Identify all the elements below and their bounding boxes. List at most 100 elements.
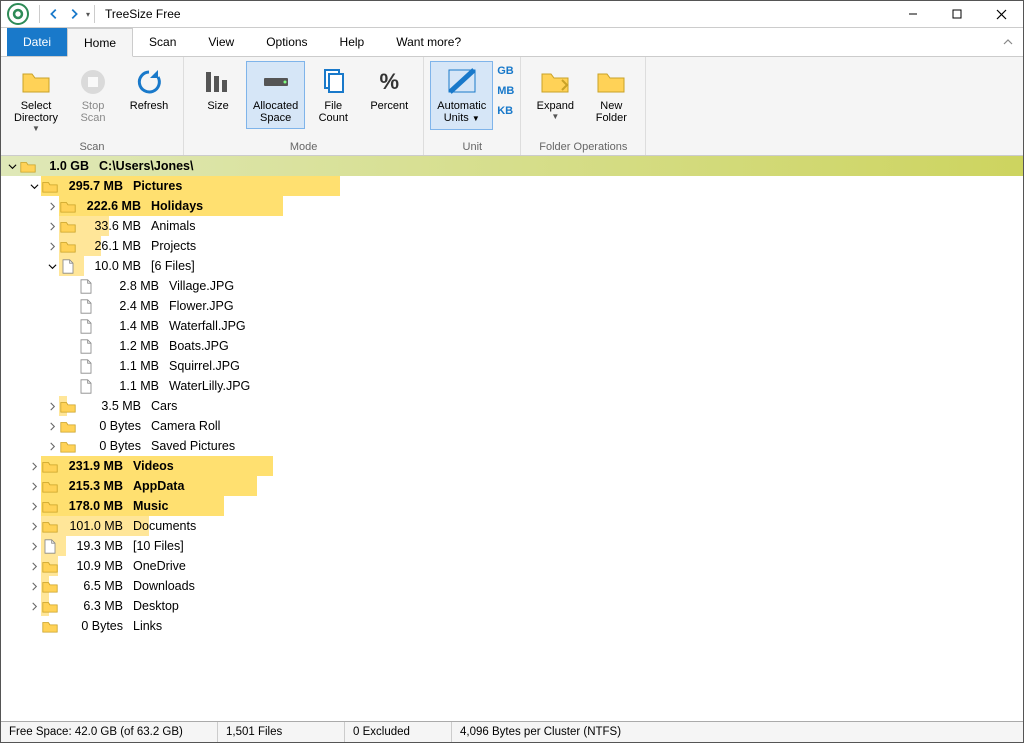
file-icon — [59, 258, 77, 274]
tree-row[interactable]: 1.1 MBWaterLilly.JPG — [1, 376, 1023, 396]
maximize-button[interactable] — [935, 1, 979, 27]
folder-icon — [41, 478, 59, 494]
tree-row[interactable]: 1.1 MBSquirrel.JPG — [1, 356, 1023, 376]
tree-row[interactable]: 3.5 MBCars — [1, 396, 1023, 416]
chevron-right-icon[interactable] — [27, 542, 41, 551]
chevron-right-icon[interactable] — [27, 602, 41, 611]
tree-row[interactable]: 26.1 MBProjects — [1, 236, 1023, 256]
chevron-right-icon[interactable] — [45, 222, 59, 231]
row-size: 222.6 MB — [79, 199, 149, 213]
back-button[interactable] — [44, 4, 64, 24]
root-size: 1.0 GB — [39, 159, 97, 173]
chevron-right-icon[interactable] — [45, 422, 59, 431]
row-size: 1.2 MB — [97, 339, 167, 353]
close-button[interactable] — [979, 1, 1023, 27]
expand-button[interactable]: Expand ▼ — [527, 61, 583, 126]
row-size: 0 Bytes — [61, 619, 131, 633]
row-name: Desktop — [131, 599, 179, 613]
mode-size-button[interactable]: Size — [190, 61, 246, 117]
tab-help[interactable]: Help — [324, 28, 381, 56]
tree-row[interactable]: 6.3 MBDesktop — [1, 596, 1023, 616]
tree-row[interactable]: 10.0 MB[6 Files] — [1, 256, 1023, 276]
minimize-button[interactable] — [891, 1, 935, 27]
status-files: 1,501 Files — [218, 722, 345, 742]
row-size: 215.3 MB — [61, 479, 131, 493]
unit-kb-button[interactable]: KB — [497, 105, 514, 117]
folder-icon — [41, 498, 59, 514]
chevron-down-icon[interactable] — [5, 162, 19, 171]
tab-file[interactable]: Datei — [7, 28, 67, 56]
chevron-right-icon[interactable] — [27, 562, 41, 571]
tree-row[interactable]: 0 BytesSaved Pictures — [1, 436, 1023, 456]
tab-home[interactable]: Home — [67, 28, 133, 57]
forward-button[interactable] — [64, 4, 84, 24]
tree-row[interactable]: 0 BytesCamera Roll — [1, 416, 1023, 436]
file-icon — [77, 318, 95, 334]
tree-row[interactable]: 1.4 MBWaterfall.JPG — [1, 316, 1023, 336]
mode-filecount-button[interactable]: File Count — [305, 61, 361, 129]
tree-row[interactable]: 33.6 MBAnimals — [1, 216, 1023, 236]
bars-icon — [202, 66, 234, 98]
row-size: 6.3 MB — [61, 599, 131, 613]
tab-want-more-[interactable]: Want more? — [380, 28, 477, 56]
chevron-right-icon[interactable] — [45, 442, 59, 451]
row-name: Projects — [149, 239, 196, 253]
tree-row[interactable]: 1.2 MBBoats.JPG — [1, 336, 1023, 356]
tree-row[interactable]: 101.0 MBDocuments — [1, 516, 1023, 536]
refresh-icon — [133, 66, 165, 98]
unit-gb-button[interactable]: GB — [497, 65, 514, 77]
chevron-right-icon[interactable] — [27, 482, 41, 491]
tree-row[interactable]: 2.8 MBVillage.JPG — [1, 276, 1023, 296]
row-name: Documents — [131, 519, 196, 533]
stop-scan-button[interactable]: Stop Scan — [65, 61, 121, 129]
tree-row[interactable]: 231.9 MBVideos — [1, 456, 1023, 476]
folder-icon — [20, 66, 52, 98]
row-size: 6.5 MB — [61, 579, 131, 593]
collapse-ribbon[interactable] — [993, 28, 1023, 56]
refresh-button[interactable]: Refresh — [121, 61, 177, 117]
folder-icon — [59, 398, 77, 414]
chevron-right-icon[interactable] — [27, 522, 41, 531]
tree-row[interactable]: 6.5 MBDownloads — [1, 576, 1023, 596]
folder-icon — [41, 618, 59, 634]
unit-automatic-button[interactable]: Automatic Units ▼ — [430, 61, 493, 130]
row-size: 2.8 MB — [97, 279, 167, 293]
row-size: 178.0 MB — [61, 499, 131, 513]
history-dropdown[interactable]: ▾ — [86, 10, 90, 19]
folder-icon — [41, 458, 59, 474]
tab-options[interactable]: Options — [250, 28, 323, 56]
tree-row[interactable]: 215.3 MBAppData — [1, 476, 1023, 496]
tree-row[interactable]: 222.6 MBHolidays — [1, 196, 1023, 216]
mode-percent-button[interactable]: % Percent — [361, 61, 417, 117]
ribbon-group-scan: Select Directory ▼ Stop Scan Refresh Sca… — [1, 57, 184, 155]
tree-row[interactable]: 295.7 MBPictures — [1, 176, 1023, 196]
chevron-right-icon[interactable] — [27, 502, 41, 511]
tab-view[interactable]: View — [192, 28, 250, 56]
stop-icon — [77, 66, 109, 98]
chevron-down-icon[interactable] — [27, 182, 41, 191]
tree-row[interactable]: 0 BytesLinks — [1, 616, 1023, 636]
chevron-right-icon[interactable] — [45, 202, 59, 211]
chevron-right-icon[interactable] — [45, 402, 59, 411]
tree-row[interactable]: 178.0 MBMusic — [1, 496, 1023, 516]
directory-tree[interactable]: 1.0 GB C:\Users\Jones\ 295.7 MBPictures2… — [1, 156, 1023, 721]
chevron-right-icon[interactable] — [45, 242, 59, 251]
chevron-down-icon[interactable] — [45, 262, 59, 271]
select-directory-button[interactable]: Select Directory ▼ — [7, 61, 65, 138]
row-size: 3.5 MB — [79, 399, 149, 413]
tree-row[interactable]: 2.4 MBFlower.JPG — [1, 296, 1023, 316]
status-bar: Free Space: 42.0 GB (of 63.2 GB) 1,501 F… — [1, 721, 1023, 742]
tab-scan[interactable]: Scan — [133, 28, 192, 56]
row-name: AppData — [131, 479, 184, 493]
tree-row[interactable]: 19.3 MB[10 Files] — [1, 536, 1023, 556]
chevron-right-icon[interactable] — [27, 462, 41, 471]
new-folder-button[interactable]: New Folder — [583, 61, 639, 129]
mode-allocated-button[interactable]: Allocated Space — [246, 61, 305, 129]
row-name: WaterLilly.JPG — [167, 379, 250, 393]
row-size: 0 Bytes — [79, 419, 149, 433]
tree-root[interactable]: 1.0 GB C:\Users\Jones\ — [1, 156, 1023, 176]
unit-mb-button[interactable]: MB — [497, 85, 514, 97]
chevron-right-icon[interactable] — [27, 582, 41, 591]
row-size: 1.4 MB — [97, 319, 167, 333]
tree-row[interactable]: 10.9 MBOneDrive — [1, 556, 1023, 576]
